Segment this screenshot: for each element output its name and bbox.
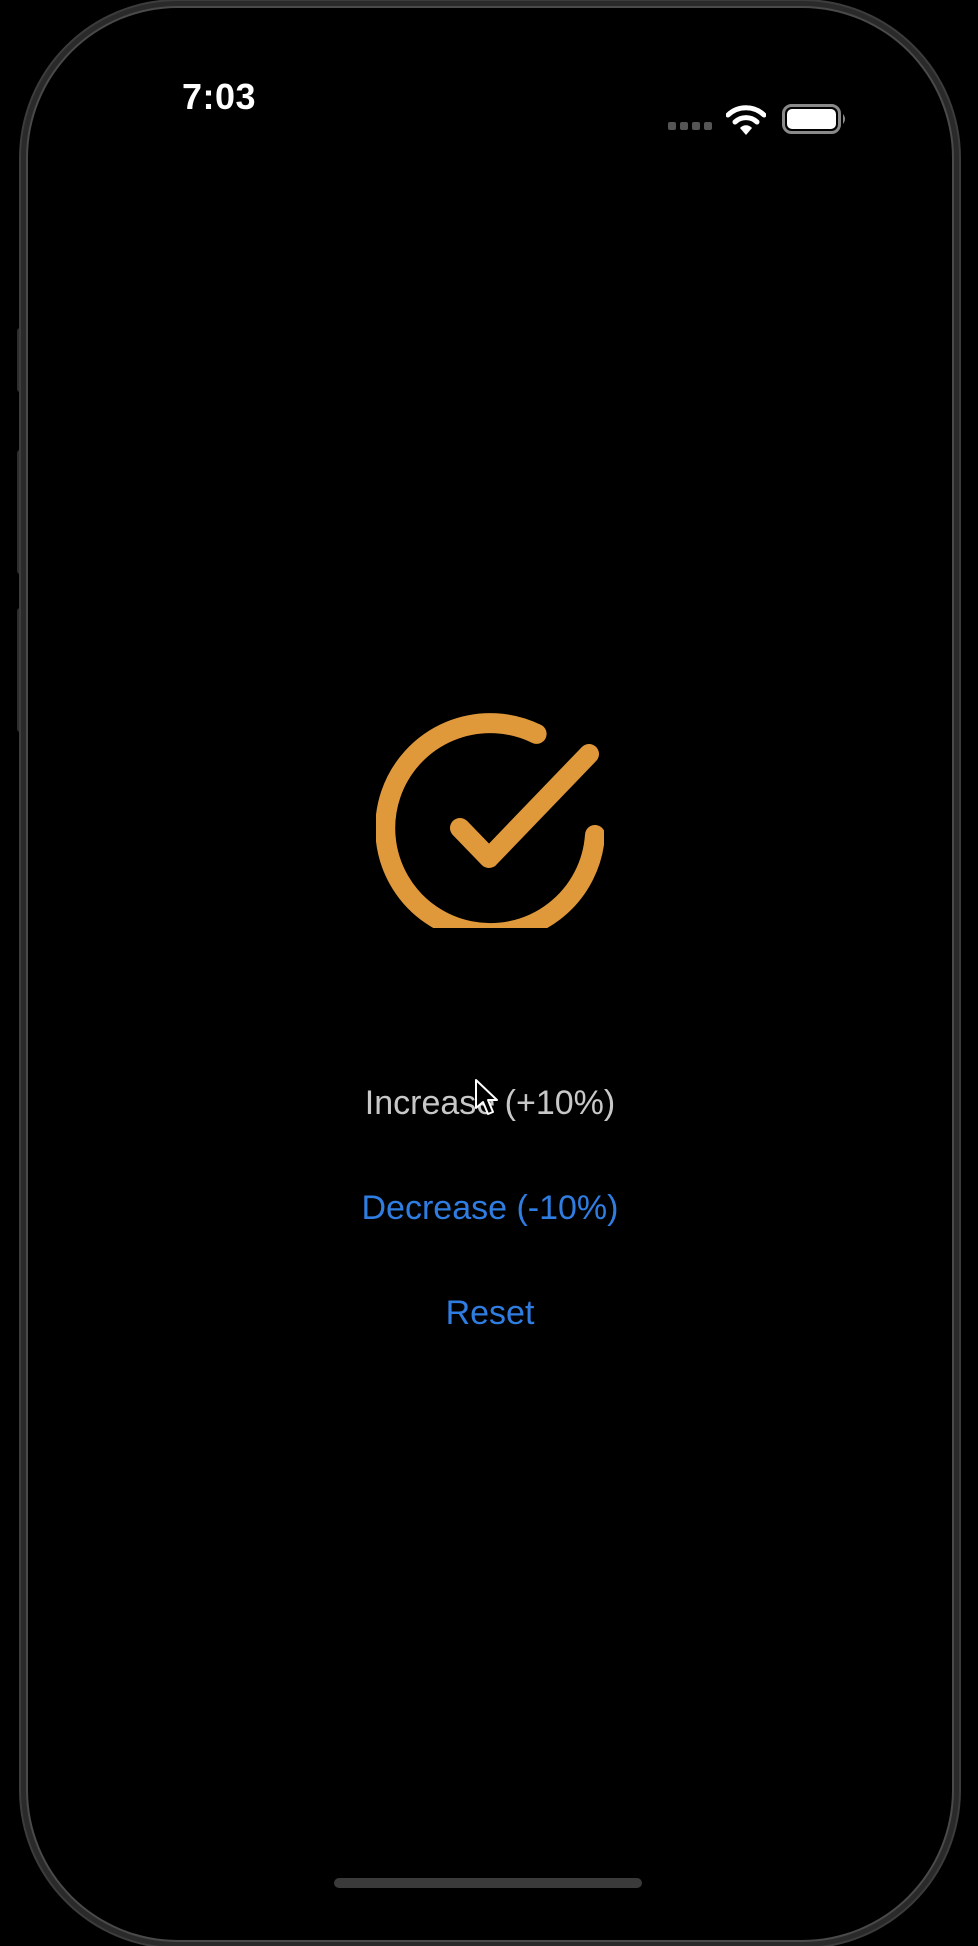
checkmark-circle-icon bbox=[376, 713, 604, 928]
power-button bbox=[951, 532, 960, 730]
simulator-stage: 7:03 Increase (+10%) Decrease (-10%) Res… bbox=[0, 0, 978, 1946]
status-bar: 7:03 bbox=[40, 20, 940, 140]
cellular-dots-icon bbox=[668, 122, 712, 130]
decrease-button[interactable]: Decrease (-10%) bbox=[40, 1189, 940, 1228]
status-time: 7:03 bbox=[182, 76, 257, 117]
mouse-cursor-icon bbox=[475, 1079, 498, 1115]
battery-icon bbox=[782, 104, 845, 134]
home-indicator[interactable] bbox=[334, 1878, 642, 1888]
volume-up-button bbox=[17, 450, 26, 574]
silent-switch bbox=[17, 328, 26, 392]
phone-screen: 7:03 Increase (+10%) Decrease (-10%) Res… bbox=[40, 20, 940, 1928]
reset-button[interactable]: Reset bbox=[40, 1294, 940, 1333]
volume-down-button bbox=[17, 608, 26, 732]
wifi-icon bbox=[726, 105, 766, 135]
